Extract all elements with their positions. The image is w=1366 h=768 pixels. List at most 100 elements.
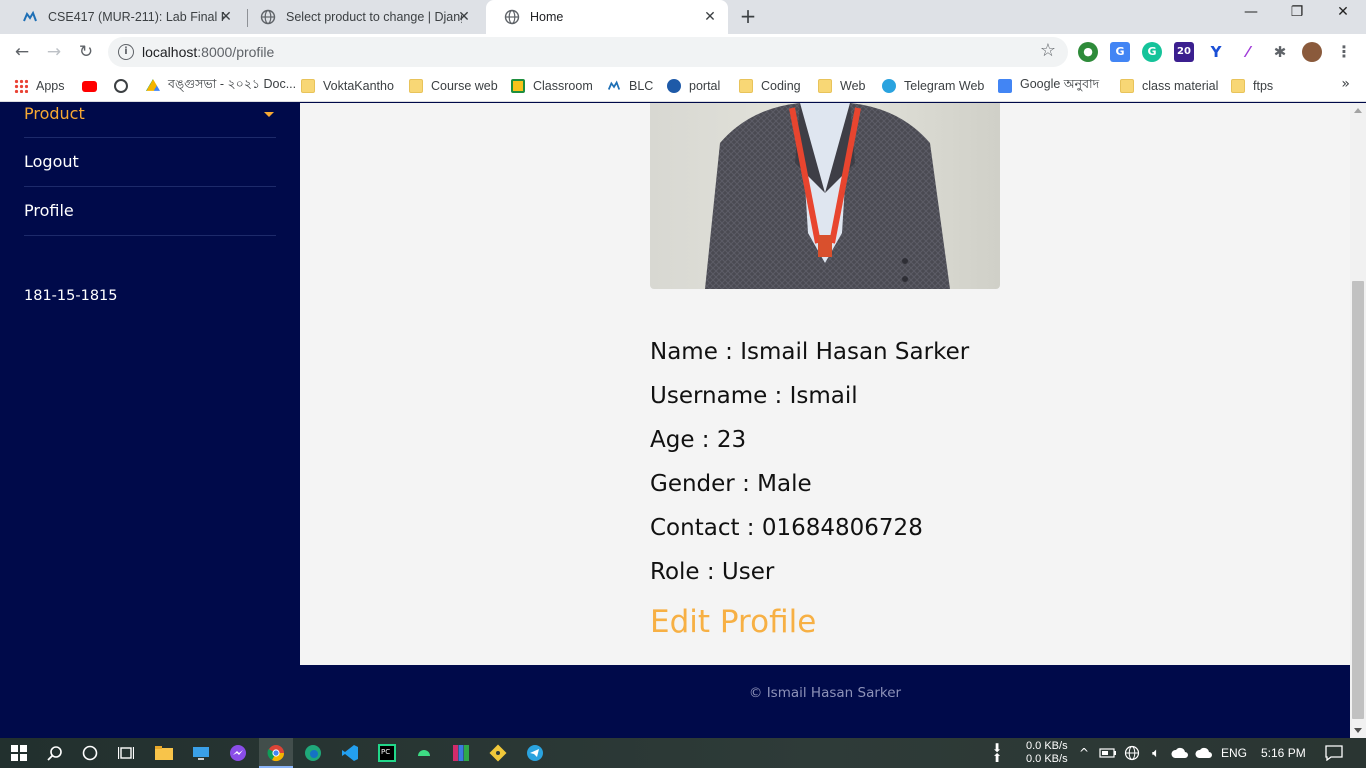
menu-kebab-icon[interactable]: ⋮ [1334, 42, 1354, 62]
bookmark-telegram[interactable]: Telegram Web [882, 76, 984, 96]
clock-time[interactable]: 5:16 PM [1261, 746, 1306, 760]
profile-content: Name : Ismail Hasan Sarker Username : Is… [300, 103, 1350, 665]
android-studio-icon[interactable] [414, 743, 434, 763]
moodle-icon [607, 79, 621, 93]
close-window-button[interactable]: ✕ [1328, 4, 1358, 28]
back-button[interactable]: ← [10, 40, 34, 64]
bookmark-portal[interactable]: portal [667, 76, 720, 96]
bookmark-label: class material [1142, 79, 1219, 93]
browser-toolbar: ← → ↻ i localhost:8000/profile ☆ ● G G 2… [0, 34, 1366, 70]
net-down-speed: 0.0 KB/s [1026, 740, 1068, 752]
cloud-upload-icon[interactable] [1194, 743, 1214, 763]
feather-pen-icon[interactable]: ⁄ [1238, 42, 1258, 62]
extension-globe-icon[interactable]: ● [1078, 42, 1098, 62]
cortana-icon[interactable] [80, 743, 100, 763]
profile-role: Role : User [650, 559, 775, 585]
bookmark-youtube[interactable] [82, 76, 105, 96]
avatar[interactable] [1302, 42, 1322, 62]
bookmark-course-web[interactable]: Course web [409, 76, 498, 96]
google-translate-icon[interactable]: G [1110, 42, 1130, 62]
scroll-down-icon[interactable] [1354, 728, 1362, 733]
grammarly-icon[interactable]: G [1142, 42, 1162, 62]
chevron-up-icon[interactable]: ^ [1074, 743, 1094, 763]
tab-title: Select product to change | Djang [286, 10, 462, 24]
scroll-up-icon[interactable] [1354, 108, 1362, 113]
graduation-cap-icon[interactable]: 20 [1174, 42, 1194, 62]
vscode-icon[interactable] [340, 743, 360, 763]
bookmark-coding[interactable]: Coding [739, 76, 801, 96]
bookmark-ftps[interactable]: ftps [1231, 76, 1273, 96]
restore-button[interactable]: ❐ [1282, 4, 1312, 28]
footer: © Ismail Hasan Sarker [300, 665, 1350, 738]
bookmark-google-translate[interactable]: Google অনুবাদ [998, 76, 1099, 96]
bookmark-label: Apps [36, 79, 65, 93]
battery-icon[interactable] [1098, 743, 1118, 763]
scrollbar-thumb[interactable] [1352, 281, 1364, 719]
classroom-icon [511, 79, 525, 93]
notification-center-icon[interactable] [1324, 743, 1344, 763]
tab-home[interactable]: Home ✕ [486, 0, 728, 34]
input-language[interactable]: ENG [1221, 746, 1247, 760]
telegram-icon[interactable] [525, 743, 545, 763]
browser-tab-strip: CSE417 (MUR-211): Lab Final PC- ✕ Select… [0, 0, 1366, 34]
page-viewport: Product Logout Profile 181-15-1815 Name … [0, 103, 1366, 738]
pycharm-icon[interactable]: PC [377, 743, 397, 763]
chrome-icon[interactable] [266, 743, 286, 763]
git-icon[interactable] [488, 743, 508, 763]
globe-icon [114, 79, 128, 93]
bookmark-star-icon[interactable]: ☆ [1040, 40, 1056, 61]
close-icon[interactable]: ✕ [702, 9, 718, 25]
bookmark-class-material[interactable]: class material [1120, 76, 1218, 96]
file-explorer-icon[interactable] [154, 743, 174, 763]
close-icon[interactable]: ✕ [218, 9, 234, 25]
address-bar[interactable]: i localhost:8000/profile ☆ [108, 37, 1068, 67]
puzzle-piece-icon[interactable]: ✱ [1270, 42, 1290, 62]
student-id: 181-15-1815 [24, 288, 118, 304]
sidebar-item-logout[interactable]: Logout [24, 138, 276, 187]
folder-icon [1120, 79, 1134, 93]
sidebar-item-profile[interactable]: Profile [24, 187, 276, 236]
sidebar-item-label: Logout [24, 152, 79, 171]
edge-icon[interactable] [303, 743, 323, 763]
chevron-double-right-icon[interactable]: » [1341, 76, 1350, 92]
edit-profile-link[interactable]: Edit Profile [650, 604, 816, 640]
task-view-icon[interactable] [116, 743, 136, 763]
bookmark-doc[interactable]: বঙ্গুসভা - ২০২১ Doc... [146, 76, 296, 96]
folder-icon [409, 79, 423, 93]
sidebar-item-product[interactable]: Product [24, 103, 276, 138]
bookmark-label: BLC [629, 79, 654, 93]
tab-select-product[interactable]: Select product to change | Djang ✕ [242, 0, 482, 34]
search-icon[interactable] [45, 743, 65, 763]
bookmark-label: ftps [1253, 79, 1274, 93]
winrar-icon[interactable] [451, 743, 471, 763]
bookmark-classroom[interactable]: Classroom [511, 76, 593, 96]
speaker-icon[interactable]: 🔈︎ [1146, 743, 1166, 763]
bookmark-blc[interactable]: BLC [607, 76, 653, 96]
windows-start-icon[interactable] [9, 743, 29, 763]
google-translate-icon [998, 79, 1012, 93]
profile-name: Name : Ismail Hasan Sarker [650, 339, 970, 365]
tab-cse417[interactable]: CSE417 (MUR-211): Lab Final PC- ✕ [4, 0, 244, 34]
bookmark-web[interactable]: Web [818, 76, 865, 96]
close-icon[interactable]: ✕ [456, 9, 472, 25]
bookmark-apps[interactable]: Apps [14, 76, 65, 96]
onedrive-cloud-icon[interactable] [1170, 743, 1190, 763]
messenger-icon[interactable] [228, 743, 248, 763]
bookmark-label: Course web [431, 79, 498, 93]
reload-button[interactable]: ↻ [74, 40, 98, 64]
network-globe-icon[interactable] [1122, 743, 1142, 763]
bookmark-globe[interactable] [114, 76, 136, 96]
y-extension-icon[interactable]: Y [1206, 42, 1226, 62]
bookmarks-bar: Apps বঙ্গুসভা - ২০২১ Doc... VoktaKantho … [0, 70, 1366, 102]
minimize-button[interactable]: — [1236, 4, 1266, 28]
profile-username: Username : Ismail [650, 383, 858, 409]
bookmark-label: বঙ্গুসভা - ২০২১ Doc... [168, 77, 297, 91]
remote-desktop-icon[interactable] [191, 743, 211, 763]
bookmark-label: Telegram Web [904, 79, 985, 93]
bookmark-voktakantho[interactable]: VoktaKantho [301, 76, 394, 96]
new-tab-button[interactable]: + [736, 5, 760, 29]
forward-button[interactable]: → [42, 40, 66, 64]
vertical-scrollbar[interactable] [1350, 103, 1366, 738]
url-text: localhost:8000/profile [142, 44, 274, 60]
info-icon[interactable]: i [118, 44, 134, 60]
